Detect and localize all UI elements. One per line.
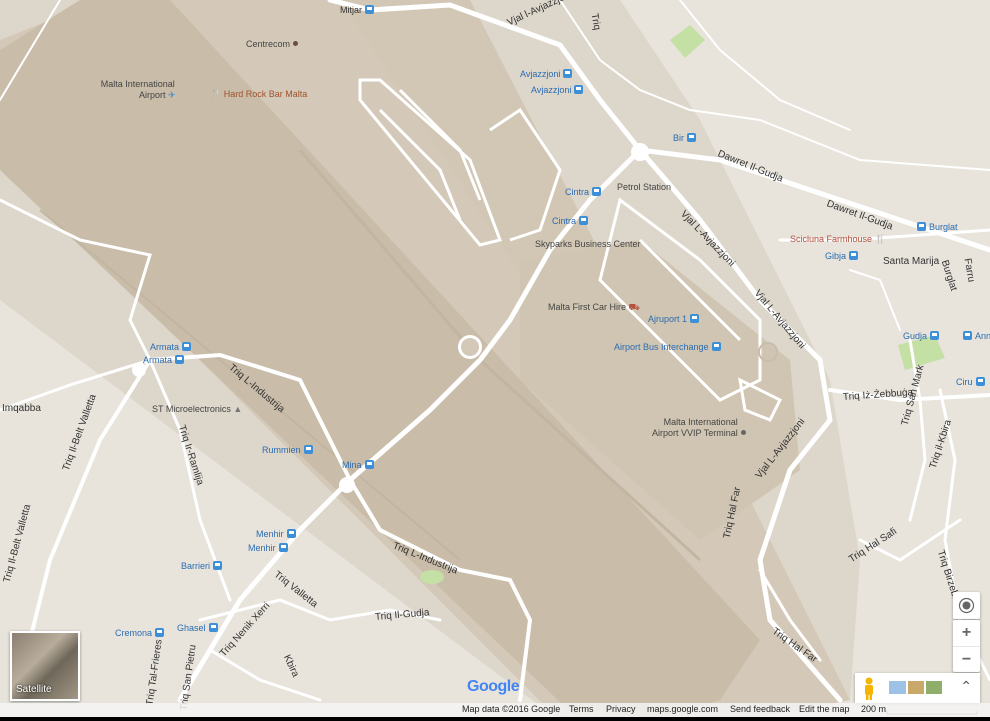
bus-stop-icon <box>365 5 374 14</box>
imagery-thumb-2 <box>908 681 924 694</box>
label-ciru[interactable]: Ciru <box>956 377 985 388</box>
bus-stop-icon <box>278 543 288 552</box>
my-location-button[interactable] <box>953 592 980 619</box>
label-burglat[interactable]: Burglat <box>917 222 958 233</box>
bus-stop-icon <box>182 342 192 351</box>
bus-stop-icon <box>711 342 721 351</box>
bus-stop-icon <box>563 69 573 78</box>
airport-icon: ✈ <box>168 90 176 100</box>
label-bir[interactable]: Bir <box>673 133 696 144</box>
label-cintra-1[interactable]: Cintra <box>565 187 602 198</box>
bus-stop-icon <box>286 529 296 538</box>
imagery-panel[interactable]: ⌃ <box>855 673 980 703</box>
imagery-thumb-3 <box>926 681 942 694</box>
car-rental-icon: ⛟ <box>628 302 640 312</box>
label-menhir-2[interactable]: Menhir <box>248 543 288 554</box>
bus-stop-icon <box>690 314 700 323</box>
label-malta-international-airport[interactable]: Malta International Airport ✈ <box>100 79 176 101</box>
roundabout-bir <box>631 143 649 161</box>
bus-stop-icon <box>213 561 223 570</box>
zoom-in-button[interactable]: + <box>953 620 980 646</box>
bus-stop-icon <box>975 377 985 386</box>
poi-dot-icon <box>740 430 746 435</box>
zoom-out-button[interactable]: − <box>953 646 980 673</box>
scale-label[interactable]: 200 m <box>861 704 886 714</box>
satellite-toggle[interactable]: Satellite <box>10 631 80 701</box>
map-view[interactable]: Mitjar Centrecom Malta International Air… <box>0 0 990 721</box>
label-barrieri[interactable]: Barrieri <box>181 561 223 572</box>
label-santa-marija[interactable]: Santa Marija <box>883 256 939 267</box>
edit-map-link[interactable]: Edit the map <box>799 704 850 714</box>
roundabout-mina <box>339 477 355 493</box>
bus-stop-icon <box>155 628 165 637</box>
terms-link[interactable]: Terms <box>569 704 594 714</box>
privacy-link[interactable]: Privacy <box>606 704 636 714</box>
bus-stop-icon <box>579 216 589 225</box>
zoom-control[interactable]: + − <box>953 620 980 672</box>
bus-stop-icon <box>303 445 313 454</box>
bus-stop-icon <box>574 85 584 94</box>
label-mitjar[interactable]: Mitjar <box>340 5 374 16</box>
label-ghasel[interactable]: Ghasel <box>177 623 218 634</box>
label-hard-rock-bar[interactable]: 🍴 Hard Rock Bar Malta <box>210 89 307 100</box>
label-st-microelectronics[interactable]: ST Microelectronics ▲ <box>152 404 242 415</box>
pegman-icon <box>865 677 873 700</box>
map-data-attribution: Map data ©2016 Google <box>462 704 561 714</box>
label-gibja[interactable]: Gibja <box>825 251 859 262</box>
label-scicluna-farmhouse[interactable]: Scicluna Farmhouse 🍴 <box>790 234 886 245</box>
bus-stop-icon <box>930 331 940 340</box>
maps-site-link[interactable]: maps.google.com <box>647 704 718 714</box>
bus-stop-icon <box>208 623 218 632</box>
bus-stop-icon <box>175 355 185 364</box>
map-footer: Map data ©2016 Google Terms Privacy maps… <box>0 703 990 717</box>
expand-icon[interactable]: ⌃ <box>960 678 972 695</box>
label-vvip-terminal[interactable]: Malta International Airport VVIP Termina… <box>652 417 746 439</box>
park-2 <box>420 570 444 584</box>
label-airport-bus-interchange[interactable]: Airport Bus Interchange <box>614 342 721 353</box>
label-mina[interactable]: Mina <box>342 460 374 471</box>
bus-stop-icon <box>592 187 602 196</box>
label-cintra-2[interactable]: Cintra <box>552 216 589 227</box>
label-armata-2[interactable]: Armata <box>143 355 185 366</box>
bus-stop-icon <box>917 222 926 231</box>
bus-stop-icon <box>963 331 972 340</box>
label-skyparks[interactable]: Skyparks Business Center <box>535 239 641 250</box>
google-logo: Google <box>467 678 520 695</box>
label-menhir-1[interactable]: Menhir <box>256 529 296 540</box>
imagery-thumb-1 <box>889 681 906 694</box>
bus-stop-icon <box>364 460 374 469</box>
label-avjazzjoni-1[interactable]: Avjazzjoni <box>520 69 573 80</box>
label-armata-1[interactable]: Armata <box>150 342 192 353</box>
label-malta-first-car-hire[interactable]: Malta First Car Hire ⛟ <box>548 302 640 313</box>
window-bottom-edge <box>0 717 990 721</box>
label-cremona[interactable]: Cremona <box>115 628 165 639</box>
label-petrol-station[interactable]: Petrol Station <box>617 182 671 193</box>
label-gudja[interactable]: Gudja <box>903 331 940 342</box>
poi-dot-icon <box>293 41 299 46</box>
label-imqabba[interactable]: Imqabba <box>2 403 41 414</box>
restaurant-icon: 🍴 <box>210 89 222 99</box>
bus-stop-icon <box>687 133 696 142</box>
label-annunzjata[interactable]: Annun <box>963 331 990 342</box>
send-feedback-link[interactable]: Send feedback <box>730 704 790 714</box>
building-icon: ▲ <box>233 404 243 414</box>
location-target-icon <box>958 597 975 614</box>
restaurant-icon: 🍴 <box>874 234 886 244</box>
label-ajruport-1[interactable]: Ajruport 1 <box>648 314 700 325</box>
label-avjazzjoni-2[interactable]: Avjazzjoni <box>531 85 584 96</box>
bus-stop-icon <box>849 251 859 260</box>
label-rummien[interactable]: Rummien <box>262 445 313 456</box>
label-centrecom[interactable]: Centrecom <box>246 39 299 50</box>
